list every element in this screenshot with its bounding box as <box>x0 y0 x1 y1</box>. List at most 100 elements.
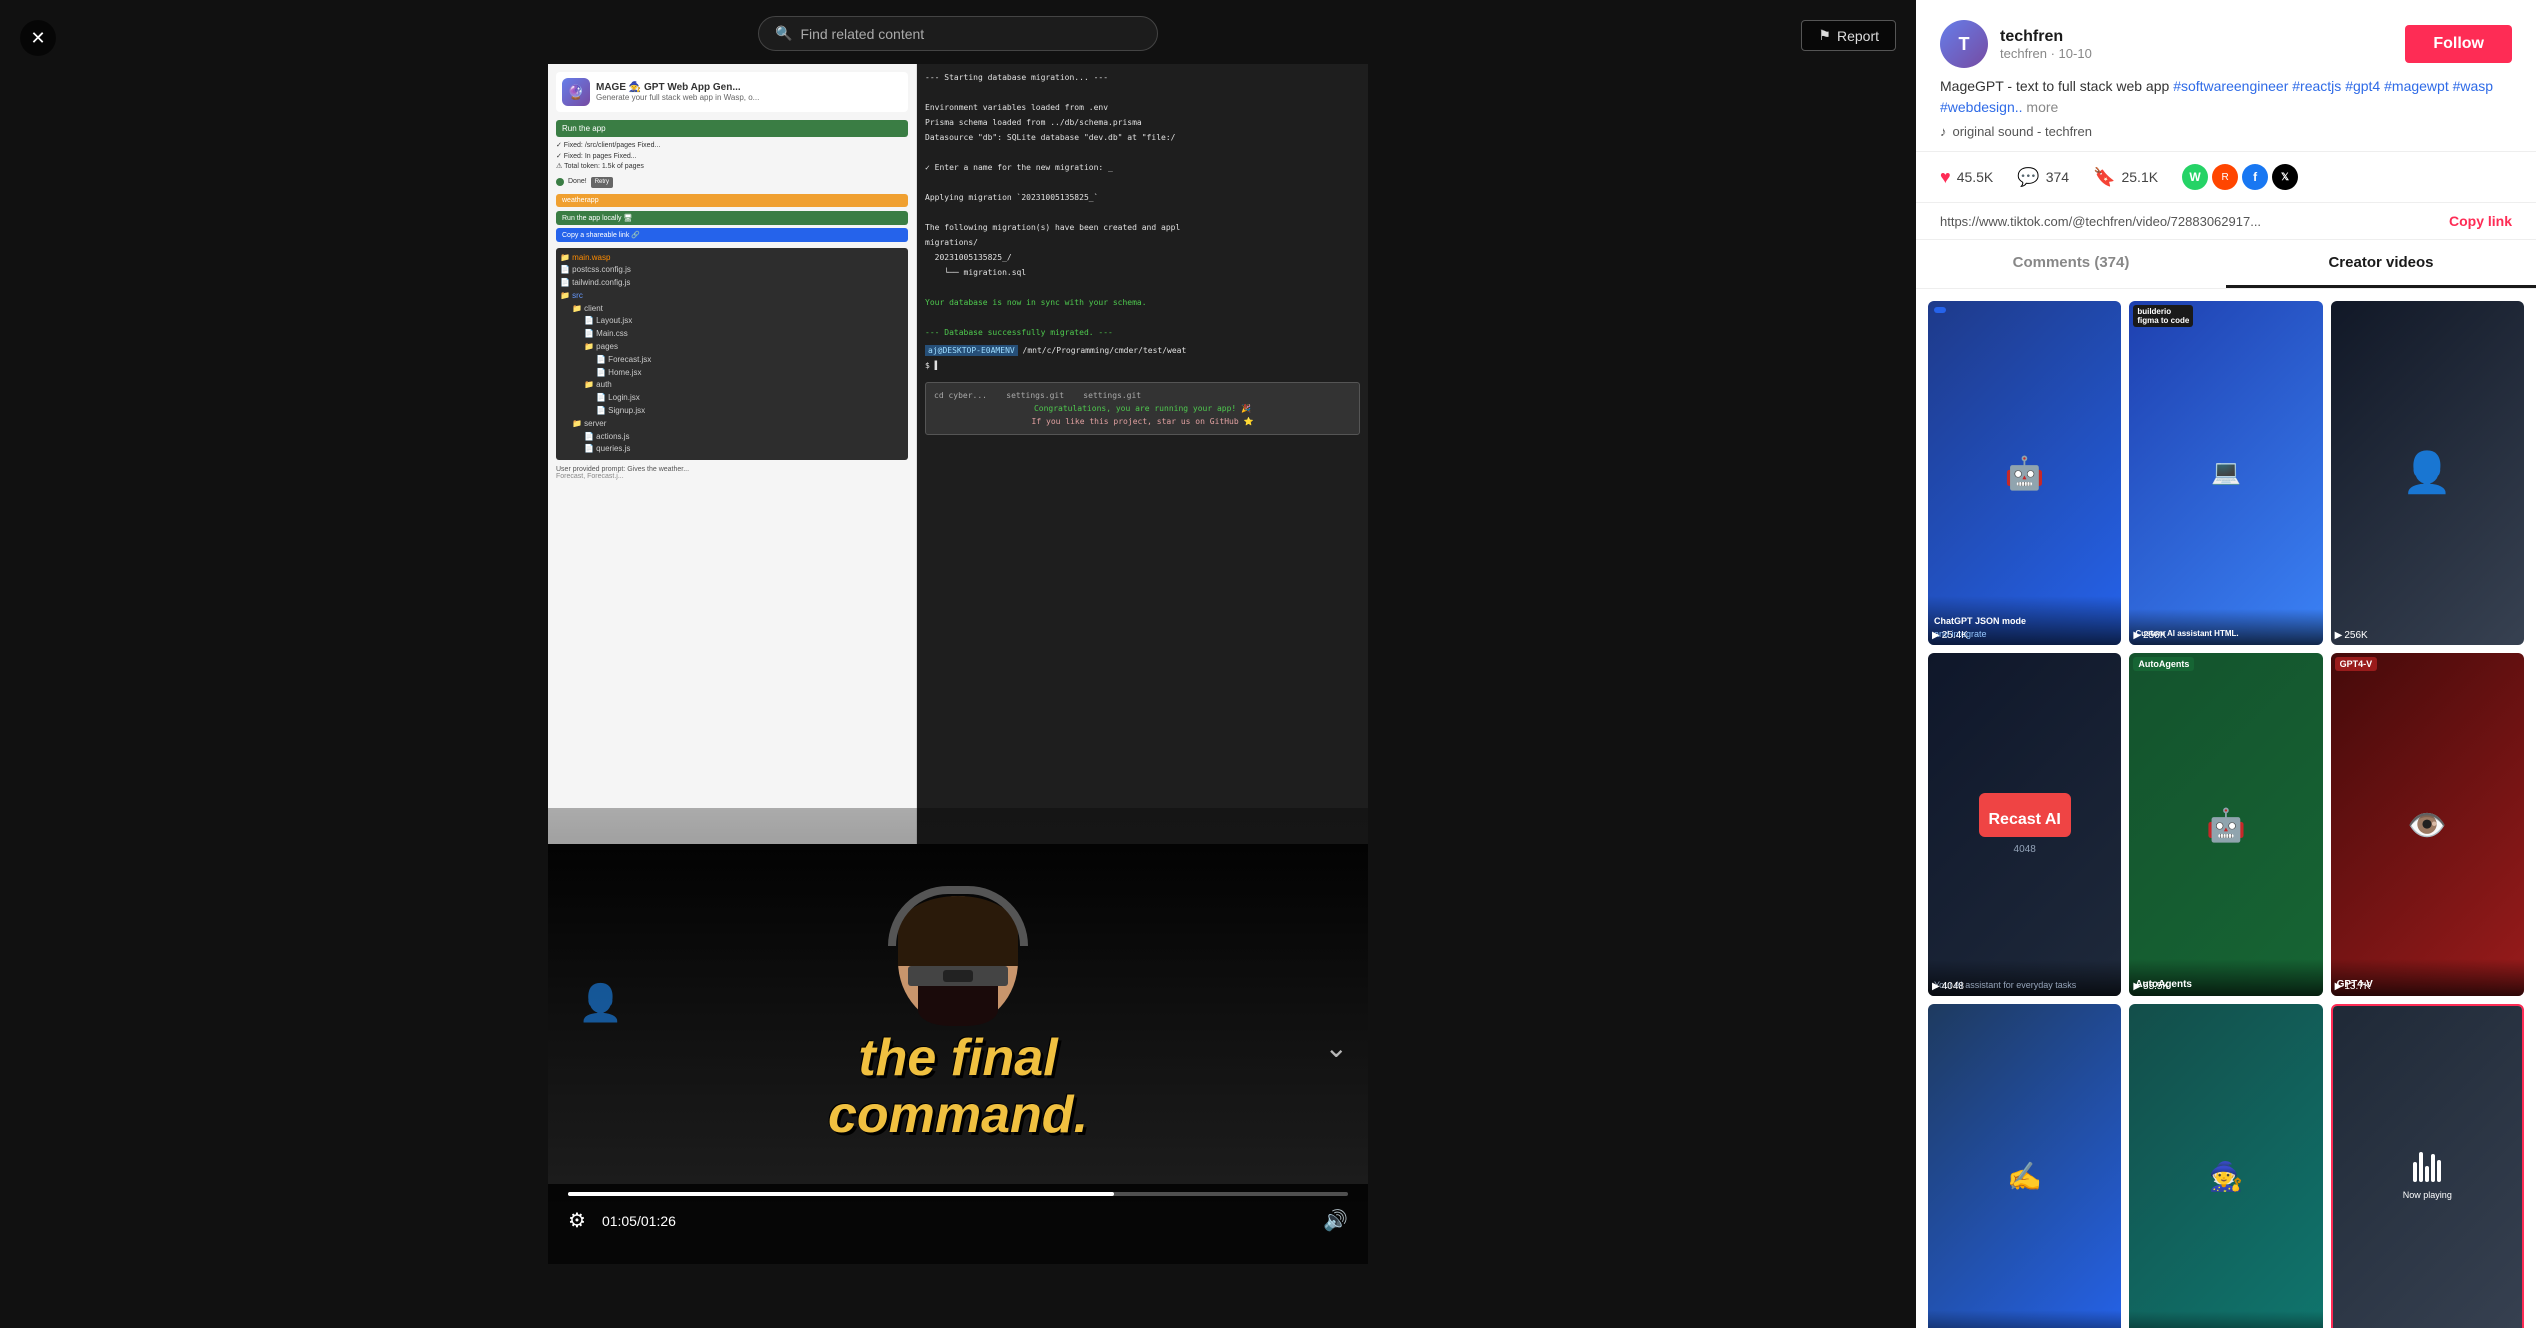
facebook-share-btn[interactable]: f <box>2242 164 2268 190</box>
search-bar[interactable]: 🔍 Find related content <box>758 16 1158 51</box>
thumb-1-badge-text: ChatGPT JSON mode <box>1934 616 2115 627</box>
terminal-panel: --- Starting database migration... --- E… <box>917 64 1368 844</box>
video-thumb-6[interactable]: 👁️ GPT4-V GPT4-V ▶ 13.7K <box>2331 653 2524 997</box>
video-area: ✕ 🔍 Find related content ⚑ Report 🔮 MAGE… <box>0 0 1916 1328</box>
weather-app-label: weatherapp <box>556 194 908 207</box>
play-icon-3: ▶ <box>2335 630 2343 641</box>
twitter-icon: 𝕏 <box>2281 172 2289 183</box>
copy-link-btn2[interactable]: Copy a shareable link 🔗 <box>556 228 908 242</box>
tab-creator-videos[interactable]: Creator videos <box>2226 240 2536 288</box>
scroll-down-indicator[interactable]: ⌄ <box>1325 1031 1348 1064</box>
video-controls: ⚙ 01:05/01:26 🔊 <box>548 1184 1368 1264</box>
volume-icon[interactable]: 🔊 <box>1323 1210 1348 1232</box>
thumb-1-emoji: 🤖 <box>2005 454 2045 492</box>
video-thumb-2[interactable]: 💻 Custom AI assistant HTML. builderiofig… <box>2129 301 2322 645</box>
follow-button[interactable]: Follow <box>2405 25 2512 63</box>
video-thumb-3[interactable]: 👤 ▶ 256K <box>2331 301 2524 645</box>
thumb-8-emoji: 🧙 <box>2209 1160 2244 1193</box>
sound-text[interactable]: original sound - techfren <box>1953 124 2092 139</box>
more-link[interactable]: more <box>2026 99 2058 115</box>
thumb-2-plays: ▶ 256K <box>2133 630 2166 641</box>
bookmarks-stat: 🔖 25.1K <box>2093 167 2158 188</box>
tab-comments[interactable]: Comments (374) <box>1916 240 2226 288</box>
link-row: https://www.tiktok.com/@techfren/video/7… <box>1916 203 2536 240</box>
user-circle-icon: 👤 <box>578 982 623 1023</box>
gear-icon[interactable]: ⚙ <box>568 1208 586 1233</box>
thumb-3-emoji: 👤 <box>2402 449 2452 496</box>
now-playing-label: Now playing <box>2403 1190 2452 1200</box>
close-button[interactable]: ✕ <box>20 20 56 56</box>
progress-bar[interactable] <box>568 1192 1348 1196</box>
play-icon: ▶ <box>1932 630 1940 641</box>
thumb-3-plays: ▶ 256K <box>2335 630 2368 641</box>
tabs-row: Comments (374) Creator videos <box>1916 240 2536 289</box>
mage-title: MAGE 🧙 GPT Web App Gen... <box>596 82 759 93</box>
video-link: https://www.tiktok.com/@techfren/video/7… <box>1940 214 2437 229</box>
video-player: 🔮 MAGE 🧙 GPT Web App Gen... Generate you… <box>548 64 1368 1264</box>
search-icon: 🔍 <box>775 25 792 42</box>
hashtag-3[interactable]: #gpt4 <box>2345 78 2380 94</box>
prompt-label: User provided prompt: Gives the weather.… <box>556 466 908 473</box>
share-icons: W R f 𝕏 <box>2182 164 2298 190</box>
thumb-5-badge: AutoAgents <box>2133 657 2194 671</box>
video-thumb-1[interactable]: 🤖 ChatGPT JSON mode and integrate ▶ 25.4… <box>1928 301 2121 645</box>
subtitle-line2: command. <box>828 1087 1088 1144</box>
hashtag-5[interactable]: #wasp <box>2453 78 2493 94</box>
run-app-btn[interactable]: Run the app <box>556 120 908 137</box>
thumb-6-plays: ▶ 13.7K <box>2335 981 2371 992</box>
close-icon: ✕ <box>30 28 45 49</box>
play-icon-6: ▶ <box>2335 981 2343 992</box>
hashtag-6[interactable]: #webdesign.. <box>1940 99 2023 115</box>
heart-icon[interactable]: ♥ <box>1940 167 1951 188</box>
comment-icon[interactable]: 💬 <box>2017 167 2039 188</box>
thumb-2-emoji: 💻 <box>2211 458 2241 487</box>
thumb-5-emoji: 🤖 <box>2206 806 2246 844</box>
user-icon: 👤 <box>578 982 623 1024</box>
subtitle-line1: the final <box>828 1030 1088 1087</box>
microphone <box>908 966 1008 986</box>
facebook-icon: f <box>2253 170 2257 184</box>
likes-count: 45.5K <box>1957 169 1994 185</box>
thumb-7-emoji: ✍️ <box>2007 1160 2042 1193</box>
recast-ai-label: Recast AI <box>1989 811 2061 828</box>
thumb-6-emoji: 👁️ <box>2407 806 2447 844</box>
whatsapp-share-btn[interactable]: W <box>2182 164 2208 190</box>
report-button[interactable]: ⚑ Report <box>1801 20 1896 51</box>
video-thumb-5[interactable]: 🤖 AutoAgents AutoAgents ▶ 55.5K <box>2129 653 2322 997</box>
thumb-5-plays: ▶ 55.5K <box>2133 981 2169 992</box>
run-local-btn[interactable]: Run the app locally 🖥 <box>556 211 908 225</box>
video-thumb-7[interactable]: ✍️ Hyperwrite AI Assistant So this AI ▶ … <box>1928 1004 2121 1328</box>
hashtag-4[interactable]: #magewpt <box>2384 78 2449 94</box>
hashtag-1[interactable]: #softwareengineer <box>2173 78 2288 94</box>
sidebar: T techfren techfren · 10-10 Follow MageG… <box>1916 0 2536 1328</box>
likes-stat: ♥ 45.5K <box>1940 167 1993 188</box>
reddit-icon: R <box>2221 172 2228 183</box>
music-note-icon: ♪ <box>1940 124 1947 139</box>
video-thumb-9[interactable]: Now playing ▶ 856.4K <box>2331 1004 2524 1328</box>
play-icon-2: ▶ <box>2133 630 2141 641</box>
person-beard <box>918 986 998 1026</box>
bookmark-icon[interactable]: 🔖 <box>2093 167 2115 188</box>
chevron-down-icon: ⌄ <box>1325 1032 1348 1063</box>
mage-subtitle: Generate your full stack web app in Wasp… <box>596 93 759 102</box>
recast-ai-content: Recast AI 4048 <box>1928 653 2121 997</box>
search-placeholder: Find related content <box>800 26 924 42</box>
twitter-share-btn[interactable]: 𝕏 <box>2272 164 2298 190</box>
recast-ai-plays-label: 4048 <box>2014 843 2036 856</box>
hashtag-2[interactable]: #reactjs <box>2292 78 2341 94</box>
setup-steps: ✓ Fixed: /src/client/pages Fixed... ✓ Fi… <box>556 141 908 188</box>
time-display: 01:05/01:26 <box>602 1213 676 1229</box>
now-playing-content: Now playing <box>2403 1152 2452 1200</box>
progress-fill <box>568 1192 1114 1196</box>
video-thumb-4[interactable]: Recast AI 4048 Your AI assistant for eve… <box>1928 653 2121 997</box>
play-icon-4: ▶ <box>1932 981 1940 992</box>
reddit-share-btn[interactable]: R <box>2212 164 2238 190</box>
caption: MageGPT - text to full stack web app #so… <box>1940 76 2512 118</box>
avatar: T <box>1940 20 1988 68</box>
author-name[interactable]: techfren <box>2000 28 2092 46</box>
author-meta: techfren · 10-10 <box>2000 46 2092 61</box>
copy-link-button[interactable]: Copy link <box>2449 213 2512 229</box>
video-thumb-8[interactable]: 🧙 MageGPT part 2 ▶ 20.1K <box>2129 1004 2322 1328</box>
thumb-4-plays: ▶ 4048 <box>1932 981 1964 992</box>
screen-left-panel: 🔮 MAGE 🧙 GPT Web App Gen... Generate you… <box>548 64 917 844</box>
